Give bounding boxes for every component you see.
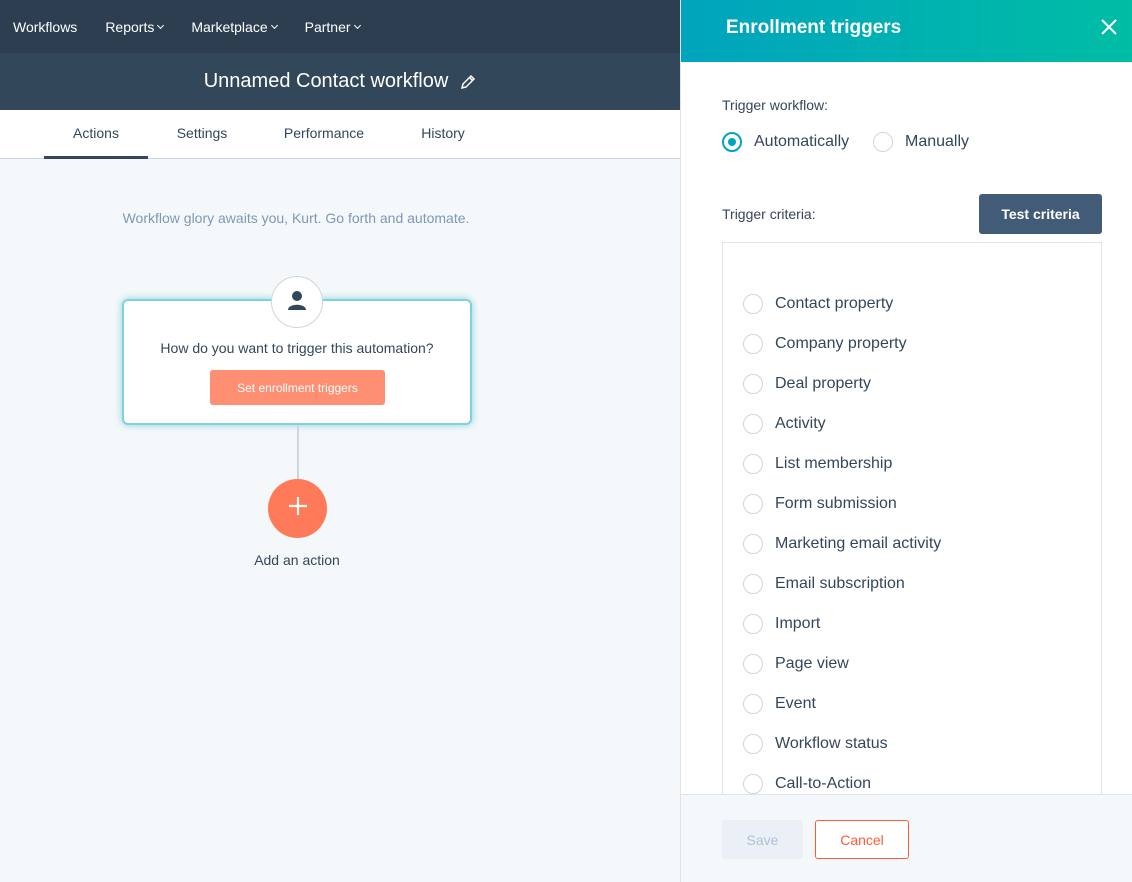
- criteria-label: Event: [775, 695, 816, 712]
- criteria-form-submission[interactable]: Form submission: [743, 494, 897, 514]
- criteria-workflow-status[interactable]: Workflow status: [743, 734, 888, 754]
- radio-icon[interactable]: [743, 374, 763, 394]
- panel-title: Enrollment triggers: [726, 17, 902, 38]
- radio-icon[interactable]: [743, 534, 763, 554]
- close-icon[interactable]: [1099, 17, 1119, 37]
- criteria-contact-property[interactable]: Contact property: [743, 294, 893, 314]
- criteria-label: Email subscription: [775, 575, 905, 592]
- radio-icon[interactable]: [743, 734, 763, 754]
- automatically-radio[interactable]: [722, 132, 742, 152]
- criteria-label: Page view: [775, 655, 849, 672]
- chevron-down-icon: [353, 21, 361, 29]
- criteria-label: Activity: [775, 415, 826, 432]
- radio-icon[interactable]: [743, 694, 763, 714]
- nav-partner-label: Partner: [304, 18, 351, 35]
- criteria-label: Company property: [775, 335, 907, 352]
- radio-icon[interactable]: [743, 334, 763, 354]
- radio-icon[interactable]: [743, 614, 763, 634]
- add-action-button[interactable]: [268, 479, 327, 538]
- criteria-label: Contact property: [775, 295, 894, 312]
- pencil-icon[interactable]: [460, 74, 476, 90]
- radio-icon[interactable]: [743, 494, 763, 514]
- automatically-label[interactable]: Automatically: [754, 133, 849, 151]
- criteria-label: Import: [775, 615, 821, 632]
- criteria-label: Marketing email activity: [775, 535, 942, 552]
- nav-workflows-label: Workflows: [13, 18, 78, 35]
- nav-reports[interactable]: Reports: [105, 18, 165, 35]
- nav-marketplace-label: Marketplace: [191, 18, 268, 35]
- criteria-page-view[interactable]: Page view: [743, 654, 849, 674]
- criteria-email-subscription[interactable]: Email subscription: [743, 574, 905, 594]
- cancel-button[interactable]: Cancel: [815, 820, 909, 859]
- plus-icon: [287, 495, 309, 522]
- panel-header: Enrollment triggers: [681, 0, 1132, 62]
- tab-settings-label: Settings: [176, 125, 228, 141]
- enrollment-triggers-panel: Enrollment triggers Trigger workflow: Au…: [680, 0, 1132, 882]
- radio-icon[interactable]: [743, 414, 763, 434]
- criteria-company-property[interactable]: Company property: [743, 334, 907, 354]
- person-icon: [286, 289, 308, 316]
- save-button[interactable]: Save: [722, 820, 803, 859]
- criteria-label: Deal property: [775, 375, 872, 392]
- radio-icon[interactable]: [743, 654, 763, 674]
- tab-history[interactable]: History: [400, 110, 486, 159]
- trigger-workflow-label: Trigger workflow:: [722, 97, 829, 113]
- tab-settings[interactable]: Settings: [160, 110, 244, 159]
- criteria-activity[interactable]: Activity: [743, 414, 826, 434]
- nav-partner[interactable]: Partner: [304, 18, 361, 35]
- contact-avatar: [271, 276, 323, 328]
- criteria-event[interactable]: Event: [743, 694, 816, 714]
- nav-reports-label: Reports: [105, 18, 155, 35]
- workflow-title-bar: Unnamed Contact workflow: [0, 53, 680, 110]
- chevron-down-icon: [270, 21, 278, 29]
- workflow-tabs: Actions Settings Performance History: [0, 110, 680, 159]
- criteria-deal-property[interactable]: Deal property: [743, 374, 871, 394]
- criteria-label: Workflow status: [775, 735, 888, 752]
- tab-actions[interactable]: Actions: [44, 110, 148, 159]
- radio-icon[interactable]: [743, 574, 763, 594]
- tab-history-label: History: [421, 125, 465, 141]
- connector-line: [297, 425, 299, 480]
- workflow-canvas: Workflow glory awaits you, Kurt. Go fort…: [0, 159, 680, 882]
- panel-footer: Save Cancel: [681, 794, 1132, 882]
- add-action-label: Add an action: [254, 552, 340, 568]
- canvas-tagline: Workflow glory awaits you, Kurt. Go fort…: [122, 210, 470, 226]
- set-enrollment-triggers-button[interactable]: Set enrollment triggers: [210, 370, 385, 405]
- test-criteria-button[interactable]: Test criteria: [979, 194, 1102, 234]
- radio-icon[interactable]: [743, 454, 763, 474]
- workflow-title[interactable]: Unnamed Contact workflow: [204, 70, 449, 93]
- criteria-call-to-action[interactable]: Call-to-Action: [743, 774, 871, 794]
- tab-performance[interactable]: Performance: [270, 110, 378, 159]
- radio-icon[interactable]: [743, 294, 763, 314]
- manually-label[interactable]: Manually: [905, 133, 969, 151]
- criteria-list-membership[interactable]: List membership: [743, 454, 892, 474]
- manually-radio[interactable]: [873, 132, 893, 152]
- trigger-question: How do you want to trigger this automati…: [160, 340, 434, 356]
- tab-actions-label: Actions: [73, 125, 119, 141]
- chevron-down-icon: [157, 21, 165, 29]
- top-nav: Workflows Reports Marketplace Partner: [0, 0, 680, 53]
- trigger-criteria-label: Trigger criteria:: [722, 206, 816, 222]
- criteria-marketing-email-activity[interactable]: Marketing email activity: [743, 534, 941, 554]
- nav-workflows[interactable]: Workflows: [13, 19, 77, 35]
- criteria-import[interactable]: Import: [743, 614, 820, 634]
- radio-icon[interactable]: [743, 774, 763, 794]
- nav-marketplace[interactable]: Marketplace: [191, 18, 278, 35]
- criteria-label: Call-to-Action: [775, 775, 872, 792]
- criteria-label: List membership: [775, 455, 893, 472]
- criteria-list: Contact property Company property Deal p…: [722, 242, 1102, 795]
- tab-performance-label: Performance: [283, 125, 365, 141]
- criteria-label: Form submission: [775, 495, 897, 512]
